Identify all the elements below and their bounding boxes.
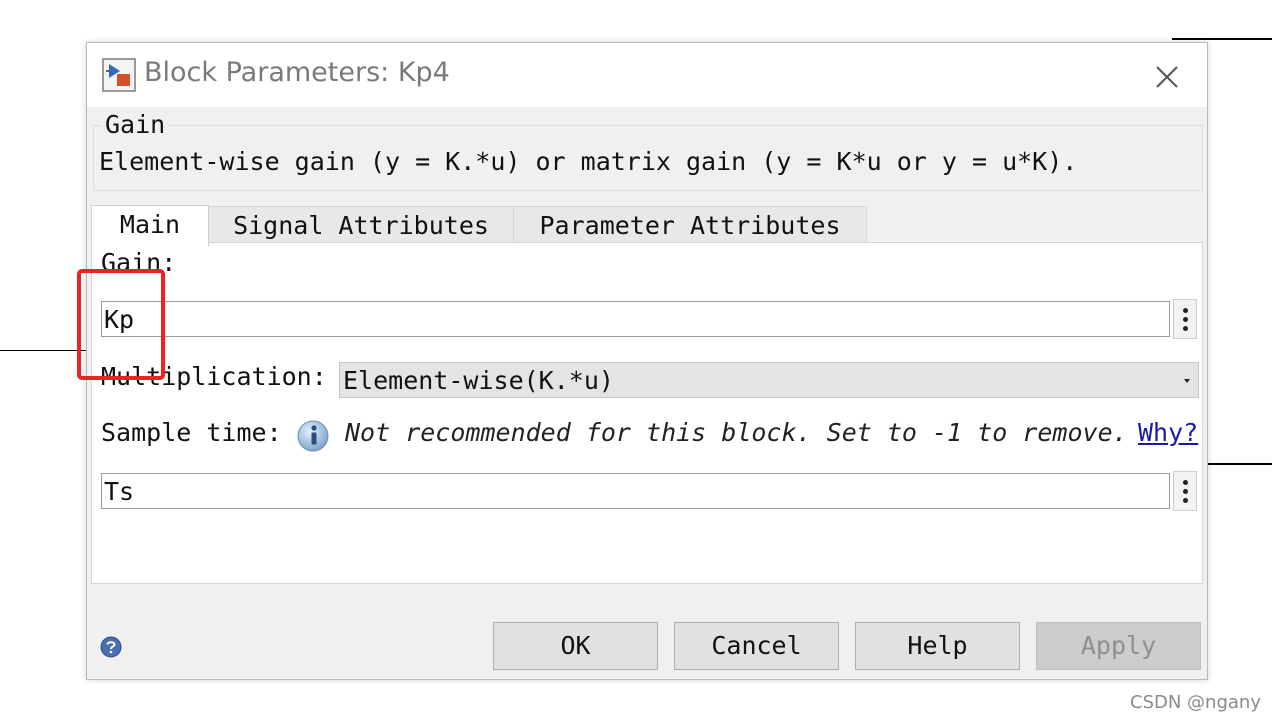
kebab-dot: [1183, 326, 1188, 331]
simulink-block-icon: [102, 58, 136, 92]
gain-more-button[interactable]: [1173, 299, 1197, 339]
main-tab-panel: Gain: Kp Multiplication: Element-wise(K.…: [91, 242, 1203, 584]
sample-time-more-button[interactable]: [1173, 471, 1197, 511]
multiplication-value: Element-wise(K.*u): [343, 366, 614, 395]
multiplication-select[interactable]: Element-wise(K.*u): [339, 362, 1199, 398]
close-icon[interactable]: [1151, 61, 1183, 93]
kebab-dot: [1183, 308, 1188, 313]
title-bar: Block Parameters: Kp4: [87, 43, 1207, 107]
cancel-button[interactable]: Cancel: [674, 622, 839, 670]
sample-time-note: Not recommended for this block. Set to -…: [345, 418, 1128, 447]
group-title: Gain: [101, 110, 170, 139]
kebab-dot: [1183, 498, 1188, 503]
sample-time-label: Sample time:: [101, 418, 282, 447]
apply-button[interactable]: Apply: [1036, 622, 1201, 670]
block-description: Element-wise gain (y = K.*u) or matrix g…: [99, 147, 1078, 176]
tab-signal-attributes[interactable]: Signal Attributes: [207, 206, 515, 243]
kebab-dot: [1183, 317, 1188, 322]
ok-button[interactable]: OK: [493, 622, 658, 670]
window-title: Block Parameters: Kp4: [144, 57, 450, 88]
kebab-dot: [1183, 480, 1188, 485]
tab-main[interactable]: Main: [91, 205, 209, 246]
watermark: CSDN @ngany: [1130, 692, 1261, 713]
help-button[interactable]: Help: [855, 622, 1020, 670]
why-link[interactable]: Why?: [1138, 418, 1198, 447]
block-parameters-dialog: Block Parameters: Kp4 Gain Element-wise …: [86, 42, 1208, 680]
help-icon[interactable]: [100, 636, 122, 658]
tab-parameter-attributes[interactable]: Parameter Attributes: [513, 206, 867, 243]
sample-time-input[interactable]: Ts: [101, 473, 1170, 509]
gain-input[interactable]: Kp: [101, 301, 1170, 337]
background-line: [1172, 38, 1272, 40]
info-icon: [297, 420, 329, 452]
highlight-annotation: [77, 269, 165, 380]
background-line: [1206, 463, 1272, 465]
kebab-dot: [1183, 489, 1188, 494]
background-line: [0, 350, 86, 351]
dropdown-arrow-icon: [1184, 379, 1190, 383]
